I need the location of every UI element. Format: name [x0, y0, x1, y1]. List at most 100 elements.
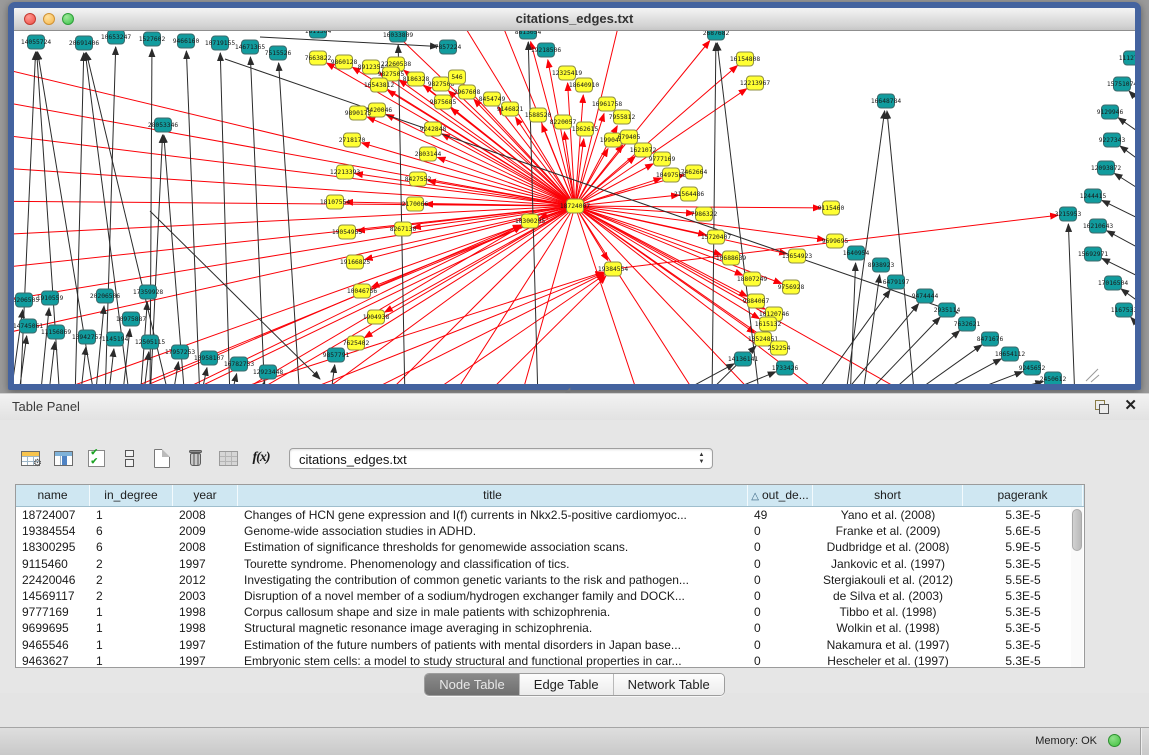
- close-panel-icon[interactable]: ✕: [1124, 396, 1137, 414]
- graph-node[interactable]: 15751074: [1107, 77, 1135, 91]
- column-header-title[interactable]: title: [238, 485, 748, 506]
- graph-node[interactable]: 9466160: [173, 34, 200, 48]
- graph-node[interactable]: 19054955: [332, 225, 363, 239]
- graph-node[interactable]: 18107554: [320, 195, 351, 209]
- graph-node[interactable]: 8938923: [868, 258, 895, 272]
- graph-node[interactable]: 6479197: [883, 275, 910, 289]
- scrollbar-thumb[interactable]: [1072, 509, 1082, 551]
- graph-node[interactable]: 7986322: [691, 207, 718, 221]
- graph-node[interactable]: 12213393: [330, 165, 361, 179]
- column-header-year[interactable]: year: [173, 485, 238, 506]
- column-header-out-de-[interactable]: △out_de...: [748, 485, 813, 506]
- graph-node[interactable]: 8471676: [977, 332, 1004, 346]
- column-header-in-degree[interactable]: in_degree: [90, 485, 173, 506]
- graph-node[interactable]: 9860128: [331, 55, 358, 69]
- graph-node[interactable]: 10654112: [995, 347, 1026, 361]
- graph-node[interactable]: 28053346: [148, 118, 179, 132]
- graph-node[interactable]: 9115460: [818, 201, 845, 215]
- graph-node[interactable]: 17359928: [133, 285, 164, 299]
- column-header-pagerank[interactable]: pagerank: [963, 485, 1083, 506]
- graph-node[interactable]: 8813054: [515, 31, 542, 39]
- table-scrollbar[interactable]: [1071, 507, 1083, 667]
- graph-node[interactable]: 12505115: [135, 335, 166, 349]
- show-columns-icon[interactable]: [51, 445, 75, 471]
- graph-node[interactable]: 8186328: [403, 72, 430, 86]
- graph-node[interactable]: 16961758: [592, 97, 623, 111]
- graph-node[interactable]: 16648784: [871, 94, 902, 108]
- tab-node-table[interactable]: Node Table: [425, 674, 519, 695]
- table-row[interactable]: 946554611997Estimation of the future num…: [16, 637, 1084, 653]
- graph-node[interactable]: 12213967: [740, 76, 771, 90]
- graph-node[interactable]: 20691406: [69, 36, 100, 50]
- table-options-icon[interactable]: ⚙: [18, 445, 42, 471]
- table-row[interactable]: 977716911998Corpus callosum shape and si…: [16, 604, 1084, 620]
- splitter-grip-icon[interactable]: ◢: [565, 388, 575, 393]
- row-options-icon[interactable]: [117, 445, 141, 471]
- graph-node[interactable]: 10719155: [205, 36, 236, 50]
- graph-node[interactable]: 679405: [618, 130, 641, 144]
- function-builder-icon[interactable]: f(x): [249, 445, 273, 471]
- graph-node[interactable]: 14745061: [14, 319, 43, 333]
- graph-node[interactable]: 14671365: [235, 40, 266, 54]
- graph-node[interactable]: 7632621: [954, 317, 981, 331]
- graph-node[interactable]: 2687682: [703, 31, 730, 40]
- network-canvas[interactable]: 1872400776638229860128891235422260538982…: [14, 31, 1135, 384]
- column-header-short[interactable]: short: [813, 485, 963, 506]
- float-panel-icon[interactable]: [1095, 400, 1109, 413]
- graph-node[interactable]: 9875685: [430, 95, 457, 109]
- graph-node[interactable]: 19218506: [531, 43, 562, 57]
- table-row[interactable]: 946362711997Embryonic stem cells: a mode…: [16, 653, 1084, 667]
- graph-node[interactable]: 2170066: [402, 197, 429, 211]
- graph-node[interactable]: 1145194: [102, 332, 129, 346]
- tab-edge-table[interactable]: Edge Table: [519, 674, 613, 695]
- select-visible-columns-icon[interactable]: [84, 445, 108, 471]
- graph-node[interactable]: 21564486: [674, 187, 705, 201]
- graph-node[interactable]: 1910559: [37, 291, 64, 305]
- table-row[interactable]: 1938455462009Genome-wide association stu…: [16, 523, 1084, 539]
- graph-node[interactable]: 17016504: [1098, 276, 1129, 290]
- graph-node[interactable]: 7955812: [609, 110, 636, 124]
- graph-node[interactable]: 17957253: [165, 345, 196, 359]
- graph-node[interactable]: 3215953: [1055, 207, 1082, 221]
- table-source-select[interactable]: citations_edges.txt ▲▼: [289, 448, 713, 469]
- graph-node[interactable]: 12923448: [253, 365, 284, 379]
- network-window-titlebar[interactable]: citations_edges.txt: [14, 8, 1135, 31]
- graph-node[interactable]: 12093872: [1091, 161, 1122, 175]
- table-row[interactable]: 2242004622012Investigating the contribut…: [16, 572, 1084, 588]
- table-row[interactable]: 1456911722003Disruption of a novel membe…: [16, 588, 1084, 604]
- graph-node[interactable]: 9699695: [822, 234, 849, 248]
- graph-node[interactable]: 16154808: [730, 52, 761, 66]
- graph-node[interactable]: 16033809: [383, 31, 414, 42]
- graph-node[interactable]: 16210643: [1083, 219, 1114, 233]
- graph-node[interactable]: 1527602: [139, 32, 166, 46]
- graph-node[interactable]: 1588520: [525, 108, 552, 122]
- graph-node[interactable]: 9129946: [1097, 105, 1124, 119]
- table-row[interactable]: 969969511998Structural magnetic resonanc…: [16, 620, 1084, 636]
- graph-node[interactable]: 15720407: [701, 230, 732, 244]
- graph-node[interactable]: 2450612: [1040, 372, 1067, 384]
- table-row[interactable]: 1830029562008Estimation of significance …: [16, 539, 1084, 555]
- import-table-icon[interactable]: [216, 445, 240, 471]
- graph-node[interactable]: 252254: [768, 341, 791, 355]
- network-graph[interactable]: 1872400776638229860128891235422260538982…: [14, 31, 1135, 384]
- graph-node[interactable]: 1811304: [305, 31, 332, 38]
- graph-node[interactable]: 9474444: [912, 289, 939, 303]
- graph-node[interactable]: 1167533: [1111, 303, 1135, 317]
- graph-node[interactable]: 1733426: [772, 361, 799, 375]
- graph-node[interactable]: 7515526: [265, 46, 292, 60]
- delete-column-icon[interactable]: [183, 445, 207, 471]
- graph-node[interactable]: 2803144: [415, 147, 442, 161]
- create-column-icon[interactable]: [150, 445, 174, 471]
- graph-node[interactable]: 14055724: [21, 35, 52, 49]
- graph-node[interactable]: 9756928: [778, 280, 805, 294]
- graph-node[interactable]: 10653247: [101, 31, 132, 44]
- table-row[interactable]: 911546021997Tourette syndrome. Phenomeno…: [16, 556, 1084, 572]
- graph-node[interactable]: 2718170: [339, 133, 366, 147]
- graph-node[interactable]: 11156869: [41, 325, 72, 339]
- graph-node[interactable]: 1112742: [1119, 51, 1135, 65]
- graph-node[interactable]: 2967608: [454, 85, 481, 99]
- table-row[interactable]: 1872400712008Changes of HCN gene express…: [16, 507, 1084, 523]
- tab-network-table[interactable]: Network Table: [613, 674, 724, 695]
- graph-node[interactable]: 7857224: [435, 40, 462, 54]
- graph-node[interactable]: 2935114: [934, 303, 961, 317]
